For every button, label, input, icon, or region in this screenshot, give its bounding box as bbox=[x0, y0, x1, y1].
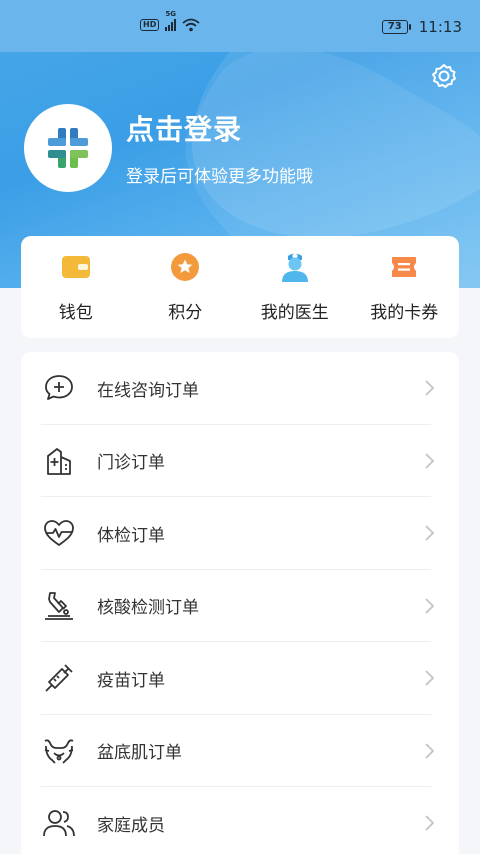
syringe-icon bbox=[41, 660, 77, 696]
menu-item-outpatient[interactable]: 门诊订单 bbox=[21, 425, 459, 498]
quick-item-doctor[interactable]: 我的医生 bbox=[240, 236, 350, 338]
quick-item-coupon[interactable]: 我的卡券 bbox=[350, 236, 460, 338]
quick-item-label: 我的医生 bbox=[260, 303, 329, 323]
menu-item-label: 家庭成员 bbox=[97, 815, 165, 836]
battery-icon: 73 bbox=[381, 20, 411, 34]
menu-item-checkup[interactable]: 体检订单 bbox=[21, 497, 459, 570]
quick-item-wallet[interactable]: 钱包 bbox=[21, 236, 131, 338]
status-bar: HD 5G 73 11:13 bbox=[0, 0, 480, 52]
menu-item-online-consult[interactable]: 在线咨询订单 bbox=[21, 352, 459, 425]
orders-menu: 在线咨询订单 门诊订单 体检订单 核酸检测订单 疫苗订单 盆底肌订单 家庭成员 bbox=[21, 352, 459, 854]
battery-level: 73 bbox=[381, 20, 408, 34]
heart-pulse-icon bbox=[41, 515, 77, 551]
chevron-right-icon bbox=[425, 598, 435, 614]
menu-item-label: 门诊订单 bbox=[97, 453, 165, 474]
menu-item-label: 体检订单 bbox=[97, 525, 165, 546]
chevron-right-icon bbox=[425, 670, 435, 686]
family-icon bbox=[41, 805, 77, 841]
menu-item-family-members[interactable]: 家庭成员 bbox=[21, 787, 459, 854]
chevron-right-icon bbox=[425, 380, 435, 396]
signal-icon: 5G bbox=[165, 10, 177, 31]
hospital-icon bbox=[41, 443, 77, 479]
menu-item-label: 盆底肌订单 bbox=[97, 743, 182, 764]
status-right: 73 11:13 bbox=[381, 18, 462, 36]
quick-actions-card: 钱包 积分 我的医生 我的卡券 bbox=[21, 236, 459, 338]
menu-item-label: 在线咨询订单 bbox=[97, 380, 199, 401]
swab-test-icon bbox=[41, 588, 77, 624]
network-indicators: HD 5G bbox=[140, 10, 200, 32]
quick-item-label: 钱包 bbox=[58, 303, 93, 323]
wallet-icon bbox=[59, 250, 93, 284]
menu-item-vaccine[interactable]: 疫苗订单 bbox=[21, 642, 459, 715]
menu-item-pelvic-floor[interactable]: 盆底肌订单 bbox=[21, 715, 459, 788]
menu-item-label: 核酸检测订单 bbox=[97, 598, 199, 619]
clock: 11:13 bbox=[418, 18, 462, 36]
menu-item-label: 疫苗订单 bbox=[97, 670, 165, 691]
avatar[interactable] bbox=[24, 104, 112, 192]
gear-icon[interactable] bbox=[430, 62, 458, 90]
menu-item-nucleic-test[interactable]: 核酸检测订单 bbox=[21, 570, 459, 643]
pelvis-icon bbox=[41, 733, 77, 769]
login-subtitle: 登录后可体验更多功能哦 bbox=[126, 167, 313, 187]
quick-item-label: 积分 bbox=[168, 303, 203, 323]
chevron-right-icon bbox=[425, 815, 435, 831]
chevron-right-icon bbox=[425, 525, 435, 541]
coupon-icon bbox=[387, 250, 421, 284]
login-title[interactable]: 点击登录 bbox=[126, 108, 242, 148]
quick-item-label: 我的卡券 bbox=[370, 303, 439, 323]
chat-plus-icon bbox=[41, 370, 77, 406]
app-logo-icon bbox=[48, 128, 88, 168]
chevron-right-icon bbox=[425, 743, 435, 759]
network-type: 5G bbox=[165, 10, 176, 18]
hd-badge: HD bbox=[140, 19, 160, 31]
wifi-icon bbox=[182, 18, 200, 32]
chevron-right-icon bbox=[425, 453, 435, 469]
points-star-icon bbox=[168, 250, 202, 284]
quick-item-points[interactable]: 积分 bbox=[131, 236, 241, 338]
doctor-icon bbox=[278, 250, 312, 284]
